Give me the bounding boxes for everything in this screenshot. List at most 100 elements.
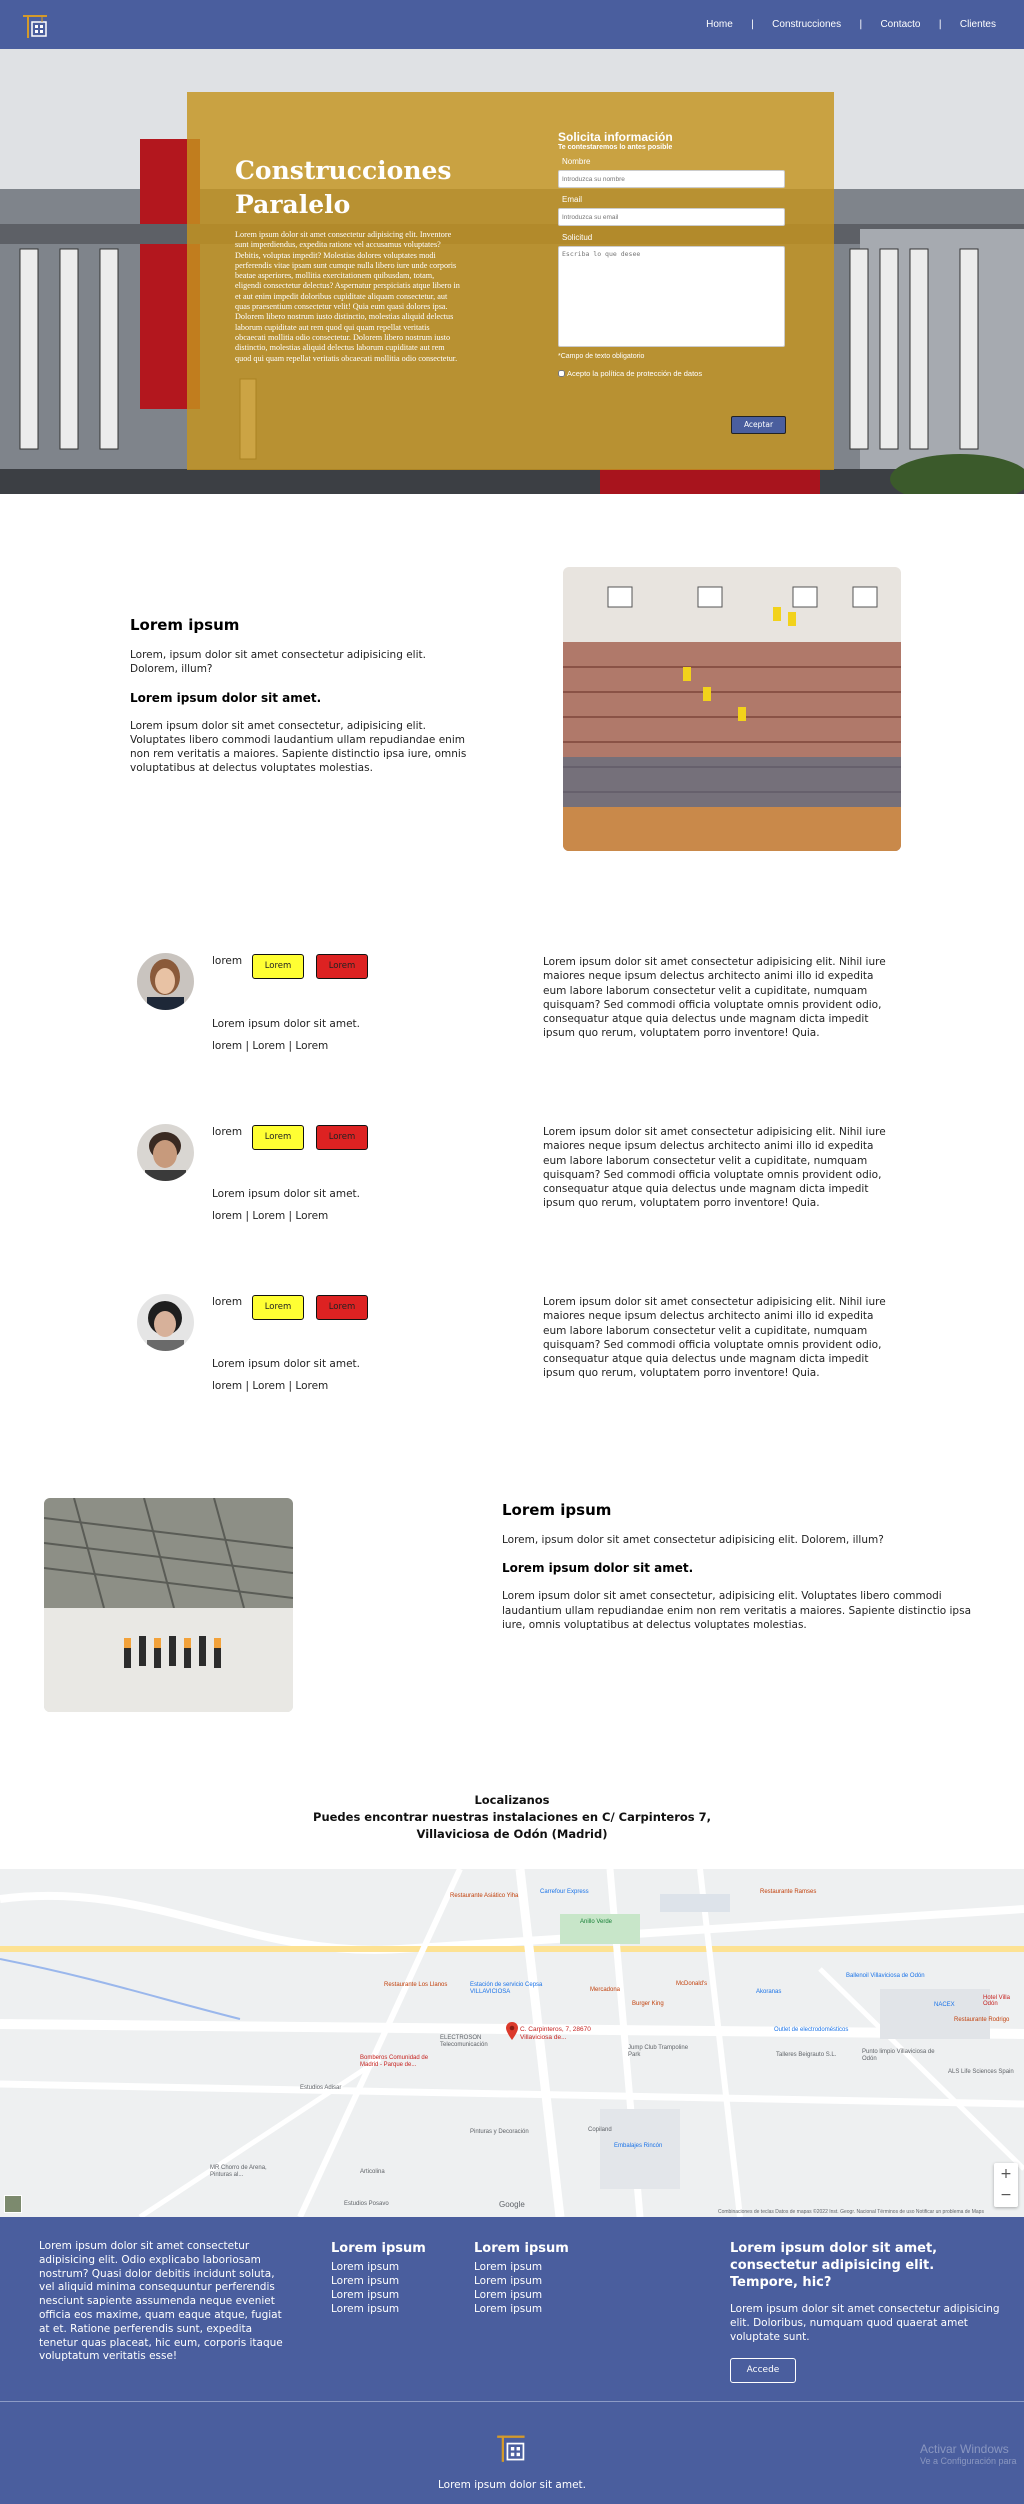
footer-link[interactable]: Lorem ipsum [474, 2288, 594, 2302]
testimonial-name: lorem [212, 1126, 243, 1138]
avatar [137, 1294, 194, 1351]
map-place[interactable]: Estudios Posavo [344, 2201, 389, 2207]
map-place[interactable]: Outlet de electrodomésticos [774, 2027, 854, 2034]
map-place[interactable]: Bomberos Comunidad de Madrid - Parque de… [360, 2055, 440, 2069]
map-place[interactable]: Articolina [360, 2169, 385, 2175]
privacy-checkbox[interactable] [558, 370, 565, 377]
testimonial-text: Lorem ipsum dolor sit amet consectetur a… [543, 1296, 886, 1380]
map-attribution[interactable]: Combinaciones de teclas Datos de mapas ©… [718, 2209, 984, 2215]
map-place[interactable]: Mercadona [590, 1987, 620, 1993]
map-place[interactable]: Restaurante Rodrigo [954, 2017, 1009, 2023]
location-line2: Villaviciosa de Odón (Madrid) [416, 1827, 608, 1841]
testimonial-line: Lorem ipsum dolor sit amet. [212, 1188, 360, 1200]
red-button[interactable]: Lorem [316, 1295, 368, 1320]
second-title: Lorem ipsum [502, 1501, 612, 1519]
yellow-button[interactable]: Lorem [252, 1125, 304, 1150]
access-button[interactable]: Accede [730, 2358, 796, 2383]
zoom-in-button[interactable]: + [994, 2163, 1018, 2185]
map-place[interactable]: Estudios Adisar [300, 2085, 341, 2091]
map-place[interactable]: Akoranas [756, 1989, 781, 1995]
map-roads [0, 1869, 1024, 2217]
testimonial-links[interactable]: lorem | Lorem | Lorem [212, 1379, 328, 1393]
testimonial-text: Lorem ipsum dolor sit amet consectetur a… [543, 956, 886, 1040]
watermark-line2: Ve a Configuración para [920, 2456, 1017, 2466]
red-button[interactable]: Lorem [316, 1125, 368, 1150]
yellow-button[interactable]: Lorem [252, 1295, 304, 1320]
map-place[interactable]: Restaurante Ramses [760, 1889, 816, 1895]
map-place[interactable]: McDonald's [676, 1981, 707, 1987]
map-place[interactable]: Anillo Verde [580, 1919, 612, 1925]
map-place[interactable]: Pinturas y Decoración [470, 2129, 529, 2135]
map-place[interactable]: Hotel Villa Odón [983, 1995, 1024, 2007]
map-layers-thumbnail[interactable] [4, 2195, 22, 2213]
google-map[interactable]: C. Carpinteros, 7, 28670 Villaviciosa de… [0, 1869, 1024, 2217]
testimonial-line: Lorem ipsum dolor sit amet. [212, 1358, 360, 1370]
map-place[interactable]: Burger King [632, 2001, 664, 2007]
second-lead: Lorem, ipsum dolor sit amet consectetur … [502, 1534, 884, 1546]
crane-logo-icon[interactable] [496, 2432, 528, 2462]
map-place[interactable]: MR Chorro de Arena, Pinturas al... [210, 2165, 290, 2179]
footer-link[interactable]: Lorem ipsum [474, 2260, 594, 2274]
windows-activation-watermark: Activar Windows Ve a Configuración para [920, 2442, 1024, 2466]
hero-title: Construcciones Paralelo [235, 154, 455, 222]
required-note: *Campo de texto obligatorio [558, 353, 645, 360]
testimonial-links[interactable]: lorem | Lorem | Lorem [212, 1209, 328, 1223]
google-logo: Google [499, 2200, 525, 2209]
intro-subtitle: Lorem ipsum dolor sit amet. [130, 690, 322, 705]
yellow-button[interactable]: Lorem [252, 954, 304, 979]
testimonial-line: Lorem ipsum dolor sit amet. [212, 1018, 360, 1030]
nav-separator: | [859, 19, 863, 30]
map-place[interactable]: Restaurante Asiático Yiha [450, 1893, 518, 1899]
second-subtitle: Lorem ipsum dolor sit amet. [502, 1561, 694, 1576]
map-place[interactable]: Carrefour Express [540, 1889, 589, 1895]
email-input[interactable] [558, 208, 785, 226]
footer-link[interactable]: Lorem ipsum [474, 2302, 594, 2316]
crane-logo-icon[interactable] [22, 12, 50, 38]
location-section: Localizanos Puedes encontrar nuestras in… [262, 1792, 762, 1843]
map-place[interactable]: Ballenoil Villaviciosa de Odón [846, 1973, 926, 1980]
nav-link-contacto[interactable]: Contacto [880, 19, 920, 30]
footer-link[interactable]: Lorem ipsum [331, 2302, 451, 2316]
footer-link[interactable]: Lorem ipsum [331, 2274, 451, 2288]
red-button[interactable]: Lorem [316, 954, 368, 979]
footer-link[interactable]: Lorem ipsum [331, 2260, 451, 2274]
location-line1: Puedes encontrar nuestras instalaciones … [313, 1810, 711, 1824]
name-label: Nombre [562, 157, 591, 166]
map-place[interactable]: Copiland [588, 2127, 612, 2133]
nav-link-construcciones[interactable]: Construcciones [772, 19, 841, 30]
map-place[interactable]: Jump Club Trampoline Park [628, 2045, 698, 2059]
testimonial-links[interactable]: lorem | Lorem | Lorem [212, 1039, 328, 1053]
footer-column-2: Lorem ipsum Lorem ipsum Lorem ipsum Lore… [474, 2241, 594, 2316]
second-section: Lorem ipsum Lorem, ipsum dolor sit amet … [502, 1501, 972, 1632]
marker-label: C. Carpinteros, 7, 28670 Villaviciosa de… [520, 2026, 591, 2041]
intro-title: Lorem ipsum [130, 616, 240, 634]
zoom-out-button[interactable]: − [994, 2185, 1018, 2207]
nav-link-clientes[interactable]: Clientes [960, 19, 996, 30]
map-place[interactable]: NACEX [934, 2002, 955, 2008]
second-body: Lorem ipsum dolor sit amet consectetur, … [502, 1590, 971, 1631]
request-textarea[interactable] [558, 246, 785, 347]
privacy-label: Acepto la política de protección de dato… [567, 369, 703, 378]
footer-col1-title: Lorem ipsum [331, 2241, 426, 2256]
watermark-line1: Activar Windows [920, 2442, 1009, 2456]
nav-link-home[interactable]: Home [706, 19, 733, 30]
footer-link[interactable]: Lorem ipsum [474, 2274, 594, 2288]
map-place[interactable]: ALS Life Sciences Spain [948, 2069, 1014, 2075]
footer-link[interactable]: Lorem ipsum [331, 2288, 451, 2302]
map-place[interactable]: Talleres Beigrauto S.L. [776, 2052, 836, 2058]
testimonial-name: lorem [212, 1296, 243, 1308]
location-title: Localizanos [474, 1793, 550, 1807]
map-place[interactable]: Embalajes Rincón [614, 2143, 694, 2150]
nav-links: Home | Construcciones | Contacto | Clien… [706, 19, 996, 30]
map-place[interactable]: Restaurante Los Llanos [384, 1982, 447, 1988]
map-place[interactable]: Punto limpio Villaviciosa de Odón [862, 2049, 942, 2063]
top-navbar: Home | Construcciones | Contacto | Clien… [0, 0, 1024, 49]
accept-button[interactable]: Aceptar [731, 416, 786, 434]
map-place[interactable]: Estación de servicio Cepsa VILLAVICIOSA [470, 1982, 550, 1996]
hero-description: Lorem ipsum dolor sit amet consectetur a… [235, 230, 460, 363]
map-place[interactable]: ELECTROSON Telecomunicación [440, 2035, 510, 2049]
footer-about: Lorem ipsum dolor sit amet consectetur a… [39, 2240, 283, 2363]
name-input[interactable] [558, 170, 785, 188]
form-title: Solicita información [558, 130, 673, 144]
avatar [137, 1124, 194, 1181]
